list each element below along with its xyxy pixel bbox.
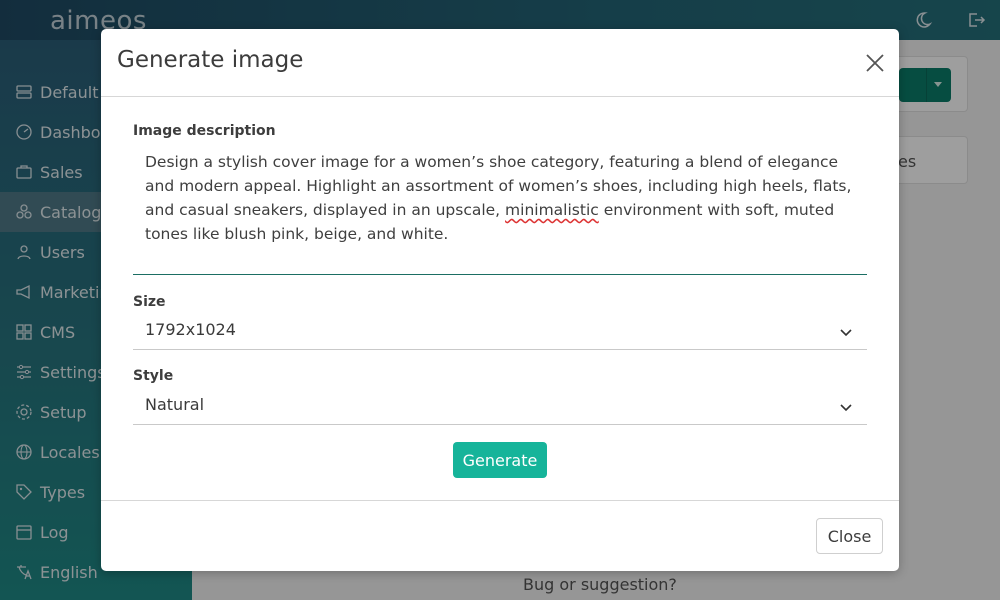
modal-header: Generate image [101, 29, 899, 97]
modal-title: Generate image [117, 47, 304, 73]
description-textarea[interactable]: Design a stylish cover image for a women… [133, 145, 867, 275]
chevron-down-icon [840, 329, 852, 337]
style-select[interactable]: Natural [133, 387, 867, 425]
style-label: Style [133, 368, 174, 384]
generate-button[interactable]: Generate [453, 442, 547, 478]
close-icon[interactable] [863, 51, 887, 75]
size-label: Size [133, 294, 166, 310]
modal-footer: Close [101, 500, 899, 571]
size-value: 1792x1024 [145, 320, 236, 339]
style-value: Natural [145, 395, 205, 414]
description-label: Image description [133, 123, 276, 139]
generate-image-dialog: Generate image Image description Design … [101, 29, 899, 571]
size-select[interactable]: 1792x1024 [133, 312, 867, 350]
misspelled-word: minimalistic [505, 201, 599, 219]
chevron-down-icon [840, 404, 852, 412]
close-button[interactable]: Close [816, 518, 883, 554]
